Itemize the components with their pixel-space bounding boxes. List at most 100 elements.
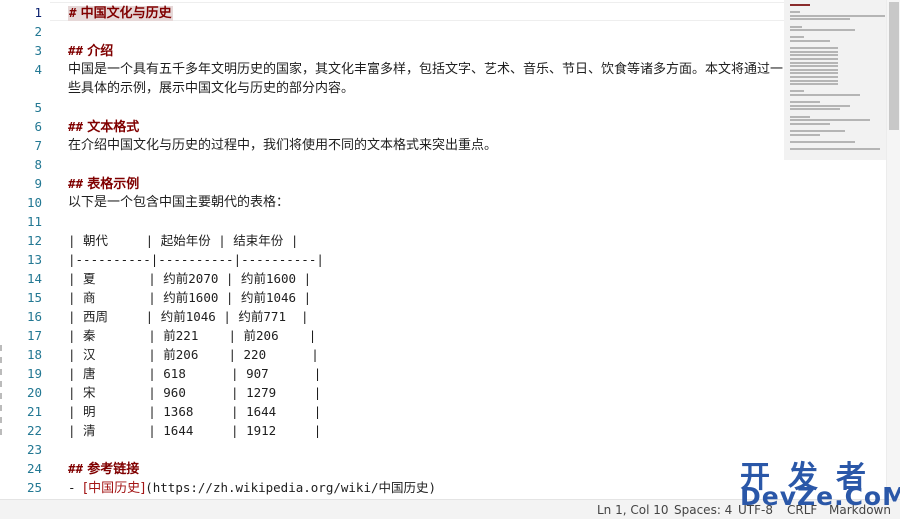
link-url: (https://zh.wikipedia.org/wiki/中国历史) — [145, 480, 437, 495]
line-number: 24 — [26, 461, 42, 476]
editor-line[interactable]: ## 表格示例 — [68, 174, 139, 193]
left-edge-marks — [0, 345, 3, 455]
table-row-text: | 宋 | 960 | 1279 | — [68, 385, 322, 400]
line-number: 8 — [34, 157, 42, 172]
minimap-line — [790, 47, 838, 50]
table-row-text: | 朝代 | 起始年份 | 结束年份 | — [68, 233, 299, 248]
table-row-text: | 秦 | 前221 | 前206 | — [68, 328, 317, 343]
line-number: 23 — [26, 442, 42, 457]
paragraph-text: 在介绍中国文化与历史的过程中，我们将使用不同的文本格式来突出重点。 — [68, 138, 498, 153]
minimap-line — [790, 11, 800, 14]
editor-line[interactable]: | 唐 | 618 | 907 | — [68, 364, 321, 383]
minimap-line — [790, 133, 820, 136]
line-number: 17 — [26, 328, 42, 343]
paragraph-text: 中国是一个具有五千多年文明历史的国家，其文化丰富多样，包括文字、艺术、音乐、节日… — [68, 62, 784, 96]
minimap-line — [790, 148, 880, 150]
heading-2: ## 表格示例 — [68, 176, 140, 192]
line-number: 1 — [34, 5, 42, 20]
editor-line[interactable]: | 朝代 | 起始年份 | 结束年份 | — [68, 231, 298, 250]
line-number: 13 — [26, 252, 42, 267]
minimap-line — [790, 83, 838, 86]
editor-line[interactable]: | 汉 | 前206 | 220 | — [68, 345, 319, 364]
line-number: 10 — [26, 195, 42, 210]
minimap-line — [790, 122, 830, 125]
editor-area[interactable]: 1 2 3 4 5 6 7 8 9 10 11 12 13 14 15 16 17 18 19 20 21 22 23 24 2… — [0, 0, 900, 499]
heading-text: 文本格式 — [87, 120, 140, 135]
minimap[interactable] — [784, 0, 886, 160]
minimap-line — [790, 14, 885, 17]
scrollbar-thumb[interactable] — [889, 2, 899, 130]
indentation-setting[interactable]: Spaces: 4 — [674, 502, 732, 518]
heading-marker: ## — [68, 119, 84, 134]
line-number: 18 — [26, 347, 42, 362]
minimap-line — [790, 50, 838, 53]
line-number: 5 — [34, 100, 42, 115]
table-row-text: | 明 | 1368 | 1644 | — [68, 404, 322, 419]
minimap-line — [790, 40, 830, 42]
link-label: [中国历史] — [83, 481, 146, 496]
minimap-line — [790, 25, 802, 28]
minimap-line — [790, 76, 838, 78]
line-number: 3 — [34, 43, 42, 58]
minimap-line — [790, 130, 845, 132]
editor-line[interactable]: | 明 | 1368 | 1644 | — [68, 402, 321, 421]
heading-text: 介绍 — [87, 44, 114, 59]
line-number: 25 — [26, 480, 42, 495]
line-number: 6 — [34, 119, 42, 134]
line-number: 19 — [26, 366, 42, 381]
heading-text: 参考链接 — [87, 462, 140, 477]
table-row-text: | 西周 | 约前1046 | 约前771 | — [68, 309, 309, 324]
list-bullet: - — [68, 480, 84, 495]
minimap-line — [790, 119, 870, 122]
heading-1: # 中国文化与历史 — [68, 5, 173, 21]
heading-text: 表格示例 — [87, 177, 140, 192]
editor-line[interactable]: 以下是一个包含中国主要朝代的表格： — [68, 193, 289, 212]
editor-line[interactable]: | 秦 | 前221 | 前206 | — [68, 326, 316, 345]
editor-line[interactable]: | 宋 | 960 | 1279 | — [68, 383, 321, 402]
editor-line[interactable]: - [中国历史](https://zh.wikipedia.org/wiki/中… — [68, 478, 436, 497]
editor-line[interactable]: |----------|----------|----------| — [68, 250, 324, 269]
editor-line[interactable]: 中国是一个具有五千多年文明历史的国家，其文化丰富多样，包括文字、艺术、音乐、节日… — [68, 60, 784, 98]
table-row-text: |----------|----------|----------| — [68, 252, 324, 267]
line-number: 20 — [26, 385, 42, 400]
line-number: 14 — [26, 271, 42, 286]
heading-2: ## 文本格式 — [68, 119, 140, 135]
line-number: 4 — [34, 62, 42, 77]
editor-line[interactable]: | 西周 | 约前1046 | 约前771 | — [68, 307, 309, 326]
editor-line[interactable]: | 夏 | 约前2070 | 约前1600 | — [68, 269, 311, 288]
minimap-line — [790, 29, 855, 32]
line-number: 15 — [26, 290, 42, 305]
editor-line[interactable]: 在介绍中国文化与历史的过程中，我们将使用不同的文本格式来突出重点。 — [68, 136, 497, 155]
cursor-position[interactable]: Ln 1, Col 10 — [597, 502, 669, 518]
editor-line[interactable]: ## 参考链接 — [68, 459, 139, 478]
paragraph-text: 以下是一个包含中国主要朝代的表格： — [68, 195, 290, 210]
watermark-line2: DevZe.CoM — [740, 482, 900, 511]
line-number: 16 — [26, 309, 42, 324]
minimap-line — [790, 4, 810, 6]
line-number: 12 — [26, 233, 42, 248]
editor-line[interactable]: # 中国文化与历史 — [68, 3, 173, 22]
heading-marker: # — [69, 5, 77, 20]
table-row-text: | 清 | 1644 | 1912 | — [68, 423, 322, 438]
minimap-line — [790, 79, 838, 82]
table-row-text: | 唐 | 618 | 907 | — [68, 366, 322, 381]
vertical-scrollbar[interactable] — [886, 0, 900, 499]
editor-line[interactable]: ## 介绍 — [68, 41, 113, 60]
line-number: 22 — [26, 423, 42, 438]
heading-marker: ## — [68, 43, 84, 58]
watermark-logo: 开发者 DevZe.CoM — [740, 452, 900, 512]
line-number: 9 — [34, 176, 42, 191]
editor-line[interactable]: ## 文本格式 — [68, 117, 139, 136]
minimap-line — [790, 61, 838, 64]
minimap-line — [790, 68, 838, 71]
minimap-line — [790, 54, 838, 57]
line-number: 7 — [34, 138, 42, 153]
minimap-line — [790, 101, 820, 104]
line-number: 11 — [26, 214, 42, 229]
editor-line[interactable]: | 商 | 约前1600 | 约前1046 | — [68, 288, 311, 307]
minimap-line — [790, 115, 810, 118]
editor-line[interactable]: | 清 | 1644 | 1912 | — [68, 421, 321, 440]
minimap-line — [790, 72, 838, 75]
table-row-text: | 夏 | 约前2070 | 约前1600 | — [68, 271, 312, 286]
minimap-line — [790, 108, 840, 111]
